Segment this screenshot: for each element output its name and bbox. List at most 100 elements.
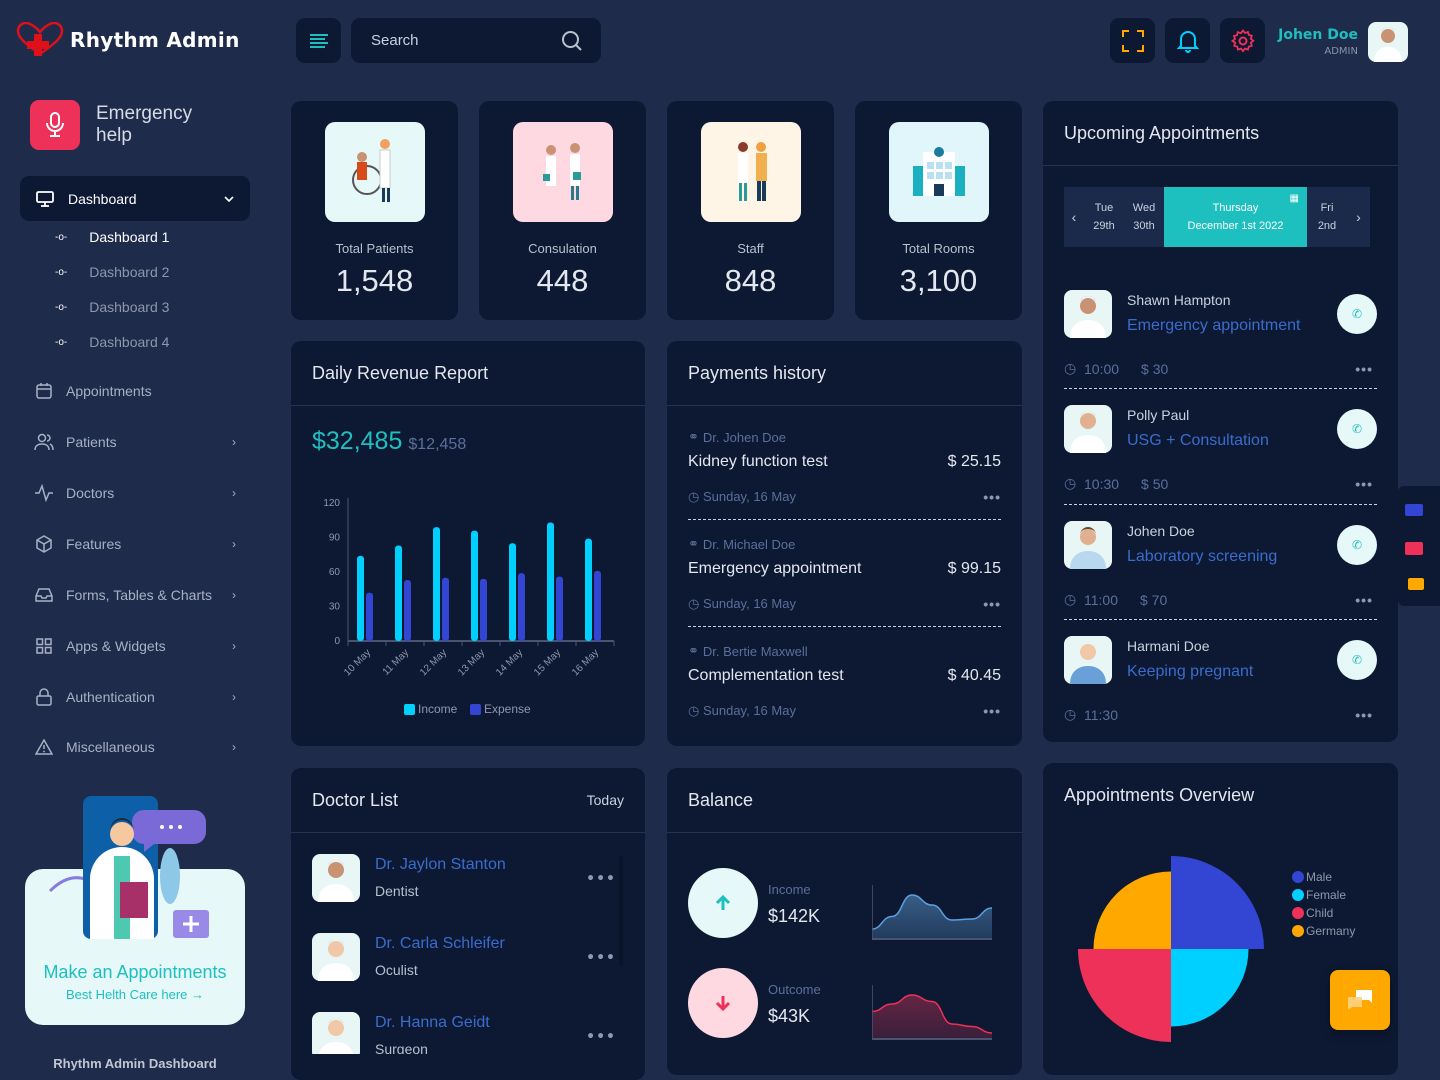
chat-icon[interactable]: [1408, 578, 1424, 590]
staff-illustration: [701, 122, 801, 222]
appointment-type[interactable]: Keeping pregnant: [1127, 663, 1253, 681]
more-options-icon[interactable]: •••: [586, 1029, 616, 1045]
sidebar-subitem-dashboard-2[interactable]: -o- Dashboard 2: [55, 264, 169, 280]
monitor-icon: [36, 190, 54, 207]
sidebar-item-authentication[interactable]: Authentication ›: [34, 687, 244, 707]
date-option[interactable]: Tue 29th: [1084, 199, 1124, 235]
circle-dot-icon: -o-: [55, 301, 68, 313]
hospital-building-illustration: [889, 122, 989, 222]
revenue-main-value: $32,485: [312, 427, 403, 455]
payment-doctor[interactable]: Dr. Johen Doe: [703, 430, 786, 445]
fullscreen-button[interactable]: [1110, 18, 1155, 63]
box-icon: [36, 535, 52, 553]
card-title: Daily Revenue Report: [312, 363, 489, 383]
camera-icon[interactable]: [1405, 504, 1423, 516]
appointment-type[interactable]: Emergency appointment: [1127, 317, 1300, 335]
chevron-left-icon[interactable]: ‹: [1064, 209, 1084, 225]
emergency-help-button[interactable]: Emergency help: [30, 100, 192, 150]
y-tick-label: 120: [323, 498, 340, 509]
call-button[interactable]: ✆: [1337, 525, 1377, 565]
menu-toggle-button[interactable]: [296, 18, 341, 63]
sidebar-item-label: Apps & Widgets: [66, 638, 166, 654]
date-option[interactable]: Wed 30th: [1124, 199, 1164, 235]
y-tick-label: 90: [329, 533, 341, 544]
image-icon[interactable]: [1405, 542, 1423, 555]
chevron-down-icon: [224, 195, 234, 202]
scrollbar[interactable]: [619, 856, 623, 966]
sidebar-item-doctors[interactable]: Doctors ›: [34, 483, 244, 503]
more-options-icon[interactable]: •••: [1355, 707, 1373, 723]
more-options-icon[interactable]: •••: [586, 871, 616, 887]
bar-income: [471, 530, 478, 641]
chevron-right-icon[interactable]: ›: [1347, 209, 1370, 225]
doctor-item[interactable]: Dr. Jaylon Stanton Dentist •••: [312, 854, 624, 904]
doctor-name[interactable]: Dr. Jaylon Stanton: [375, 856, 506, 874]
more-options-icon[interactable]: •••: [1355, 361, 1373, 377]
sidebar-item-features[interactable]: Features ›: [34, 534, 244, 554]
payment-item: ⚭ Dr. Johen Doe Kidney function test $ 25.…: [688, 429, 1001, 505]
chat-button[interactable]: [1330, 970, 1390, 1030]
stat-value: 448: [536, 263, 589, 298]
emergency-label-line1: Emergency: [96, 103, 193, 124]
balance-card: Balance Income $142K Outcome $43K: [667, 768, 1022, 1075]
chevron-right-icon: ›: [232, 740, 236, 754]
polar-slice-female: [1171, 949, 1249, 1027]
stat-label: Total Patients: [335, 241, 414, 256]
user-role: ADMIN: [1324, 46, 1358, 57]
sidebar-item-forms-tables-charts[interactable]: Forms, Tables & Charts ›: [34, 585, 244, 605]
promo-link[interactable]: Best Helth Care here →: [25, 987, 245, 1002]
appointment-type[interactable]: Laboratory screening: [1127, 548, 1277, 566]
x-tick-label: 12 May: [418, 647, 449, 678]
clock-icon: ◷: [688, 489, 700, 504]
polar-slice-child: [1078, 949, 1171, 1042]
doctor-avatar: [312, 933, 360, 981]
doctors-illustration: [513, 122, 613, 222]
doctor-name[interactable]: Dr. Hanna Geidt: [375, 1014, 490, 1032]
call-button[interactable]: ✆: [1337, 640, 1377, 680]
payment-name: Emergency appointment: [688, 560, 862, 577]
user-avatar[interactable]: [1368, 22, 1408, 62]
doctor-item[interactable]: Dr. Carla Schleifer Oculist •••: [312, 933, 624, 983]
search-input[interactable]: [371, 32, 551, 49]
sidebar-subitem-label: Dashboard 3: [89, 299, 170, 315]
sidebar-item-appointments[interactable]: Appointments: [34, 381, 244, 401]
more-options-icon[interactable]: •••: [983, 596, 1001, 612]
app-logo[interactable]: Rhythm Admin: [16, 22, 240, 58]
bar-expense: [366, 592, 373, 641]
date-option[interactable]: Fri 2nd: [1307, 199, 1347, 235]
search-icon[interactable]: [561, 30, 583, 52]
call-button[interactable]: ✆: [1337, 294, 1377, 334]
sidebar-item-dashboard[interactable]: Dashboard: [20, 176, 250, 221]
doctor-item[interactable]: Dr. Hanna Geidt Surgeon •••: [312, 1012, 624, 1054]
card-title: Appointments Overview: [1064, 785, 1255, 805]
appointments-polar-chart: Male Female Child Germany: [1078, 856, 1355, 1042]
sidebar-item-miscellaneous[interactable]: Miscellaneous ›: [34, 737, 244, 757]
sidebar-subitem-dashboard-4[interactable]: -o- Dashboard 4: [55, 334, 169, 350]
appointment-time: 10:30: [1084, 475, 1120, 492]
more-options-icon[interactable]: •••: [1355, 592, 1373, 608]
sidebar-item-patients[interactable]: Patients ›: [34, 432, 244, 452]
call-button[interactable]: ✆: [1337, 409, 1377, 449]
bell-icon: [1176, 30, 1199, 53]
payment-doctor[interactable]: Dr. Bertie Maxwell: [703, 644, 808, 659]
settings-button[interactable]: [1220, 18, 1265, 63]
sidebar-item-apps-widgets[interactable]: Apps & Widgets ›: [34, 636, 244, 656]
doctor-name[interactable]: Dr. Carla Schleifer: [375, 935, 505, 953]
more-options-icon[interactable]: •••: [586, 950, 616, 966]
appointment-type[interactable]: USG + Consultation: [1127, 432, 1269, 450]
lock-icon: [36, 688, 52, 706]
sidebar-subitem-dashboard-3[interactable]: -o- Dashboard 3: [55, 299, 169, 315]
more-options-icon[interactable]: •••: [983, 489, 1001, 505]
doctor-list-card: Doctor List Today Dr. Jaylon Stanton Den…: [291, 768, 645, 1080]
outcome-value: $43K: [768, 1006, 811, 1026]
payment-doctor[interactable]: Dr. Michael Doe: [703, 537, 795, 552]
sidebar-footer: Rhythm Admin Dashboard: [53, 1056, 217, 1071]
doctor-filter-dropdown[interactable]: Today: [587, 792, 624, 808]
user-menu[interactable]: Johen Doe ADMIN: [1268, 22, 1408, 62]
legend-swatch: [1292, 889, 1304, 901]
sidebar-subitem-dashboard-1[interactable]: -o- Dashboard 1: [55, 229, 169, 245]
more-options-icon[interactable]: •••: [1355, 476, 1373, 492]
more-options-icon[interactable]: •••: [983, 703, 1001, 719]
date-option-selected[interactable]: ▦ Thursday December 1st 2022: [1164, 187, 1307, 247]
notifications-button[interactable]: [1165, 18, 1210, 63]
